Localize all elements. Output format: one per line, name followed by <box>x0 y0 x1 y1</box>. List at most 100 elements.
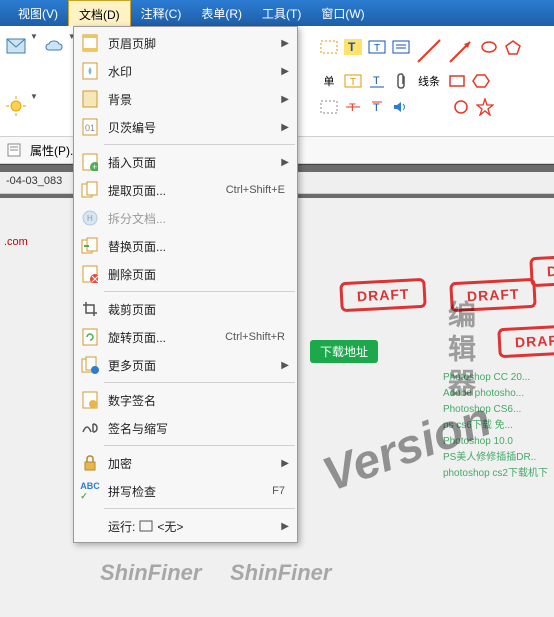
svg-text:T: T <box>348 40 356 54</box>
chevron-down-icon[interactable]: ▼ <box>30 92 38 130</box>
shortcut-text: F7 <box>272 485 285 497</box>
rotate-icon <box>78 327 102 347</box>
menu-tools[interactable]: 工具(T) <box>252 0 311 26</box>
more-pages-icon <box>78 355 102 375</box>
download-button[interactable]: 下载地址 <box>310 340 378 363</box>
star-shape[interactable] <box>474 96 496 118</box>
menu-more-pages[interactable]: 更多页面 ▶ <box>74 351 297 379</box>
rect-shape[interactable] <box>446 70 468 92</box>
properties-icon <box>6 142 22 158</box>
text-box-tool[interactable]: T <box>366 36 388 58</box>
chevron-right-icon: ▶ <box>281 521 289 532</box>
select-area-tool[interactable]: 单 <box>318 70 340 92</box>
menu-bar: 视图(V) 文档(D) 注释(C) 表单(R) 工具(T) 窗口(W) <box>0 0 554 26</box>
dashed-rect-tool[interactable] <box>318 36 340 58</box>
speaker-icon <box>393 100 409 114</box>
underline-tool[interactable]: T <box>366 70 388 92</box>
selection-tool[interactable] <box>318 96 340 118</box>
spellcheck-icon: ABC✓ <box>78 481 102 501</box>
line-style-label[interactable]: 线条 <box>418 73 440 89</box>
split-doc-icon: H <box>78 208 102 228</box>
shortcut-text: Ctrl+Shift+E <box>226 184 285 196</box>
paperclip-icon <box>394 72 408 90</box>
cloud-button[interactable] <box>40 32 68 60</box>
menu-form[interactable]: 表单(R) <box>191 0 252 26</box>
ellipse-shape[interactable] <box>478 36 500 58</box>
menu-document[interactable]: 文档(D) <box>68 0 131 26</box>
mail-button[interactable] <box>2 32 30 60</box>
watermark-brand: ShinFiner <box>100 560 201 586</box>
menu-header-footer[interactable]: 页眉页脚 ▶ <box>74 29 297 57</box>
insert-page-icon: + <box>78 152 102 172</box>
menu-run-row[interactable]: 运行: <无> ▶ <box>74 512 297 540</box>
menu-background[interactable]: 背景 ▶ <box>74 85 297 113</box>
chevron-right-icon: ▶ <box>281 94 289 105</box>
sun-button[interactable] <box>2 92 30 120</box>
sun-icon <box>6 96 26 116</box>
extract-page-icon <box>78 180 102 200</box>
note-tool[interactable] <box>390 36 412 58</box>
menu-delete-page[interactable]: 删除页面 <box>74 260 297 288</box>
svg-text:01: 01 <box>85 123 95 133</box>
circle-shape[interactable] <box>450 96 472 118</box>
background-icon <box>78 89 102 109</box>
digital-sign-icon <box>78 390 102 410</box>
menu-split-doc[interactable]: H 拆分文档... <box>74 204 297 232</box>
menu-separator <box>104 291 295 292</box>
svg-text:T: T <box>373 102 380 114</box>
content-link: .com <box>4 236 28 248</box>
svg-text:H: H <box>87 214 93 223</box>
menu-annotate[interactable]: 注释(C) <box>131 0 192 26</box>
menu-separator <box>104 382 295 383</box>
replace-page-icon <box>78 236 102 256</box>
run-value: <无> <box>157 518 183 535</box>
menu-replace-page[interactable]: 替换页面... <box>74 232 297 260</box>
menu-separator <box>104 144 295 145</box>
document-menu: 页眉页脚 ▶ 水印 ▶ 背景 ▶ 01 贝茨编号 ▶ + 插入页面 ▶ 提取页面… <box>73 26 298 543</box>
header-footer-icon <box>78 33 102 53</box>
svg-text:+: + <box>92 162 97 171</box>
svg-text:T: T <box>349 102 356 114</box>
chevron-right-icon: ▶ <box>281 458 289 469</box>
menu-spellcheck[interactable]: ABC✓ 拼写检查 F7 <box>74 477 297 505</box>
mail-icon <box>6 38 26 54</box>
menu-watermark[interactable]: 水印 ▶ <box>74 57 297 85</box>
menu-separator <box>104 508 295 509</box>
chevron-right-icon: ▶ <box>281 66 289 77</box>
menu-view[interactable]: 视图(V) <box>8 0 68 26</box>
watermark-icon <box>78 61 102 81</box>
chevron-down-icon[interactable]: ▼ <box>30 32 38 70</box>
svg-text:T: T <box>373 75 380 87</box>
draft-stamp: DRAFT <box>339 278 427 312</box>
bates-icon: 01 <box>78 117 102 137</box>
chevron-right-icon: ▶ <box>281 122 289 133</box>
sound-tool[interactable] <box>390 96 412 118</box>
menu-sign-initials[interactable]: 签名与缩写 <box>74 414 297 442</box>
chevron-right-icon: ▶ <box>281 38 289 49</box>
text-strike-tool[interactable]: T <box>342 96 364 118</box>
menu-extract-page[interactable]: 提取页面... Ctrl+Shift+E <box>74 176 297 204</box>
pentagon-shape[interactable] <box>502 36 524 58</box>
menu-digital-sign[interactable]: 数字签名 <box>74 386 297 414</box>
delete-page-icon <box>78 264 102 284</box>
text-anno-tool[interactable]: T <box>366 96 388 118</box>
cloud-icon <box>44 38 64 54</box>
attachment-tool[interactable] <box>390 70 412 92</box>
hexagon-shape[interactable] <box>470 70 492 92</box>
menu-bates[interactable]: 01 贝茨编号 ▶ <box>74 113 297 141</box>
run-box-icon <box>139 520 153 532</box>
svg-text:T: T <box>350 77 356 88</box>
crop-icon <box>78 299 102 319</box>
chevron-right-icon: ▶ <box>281 157 289 168</box>
menu-window[interactable]: 窗口(W) <box>311 0 374 26</box>
text-highlight-tool[interactable]: T <box>342 36 364 58</box>
arrow-tool[interactable] <box>446 36 476 66</box>
draft-stamp: DRAFT <box>497 324 554 358</box>
menu-rotate-page[interactable]: 旋转页面... Ctrl+Shift+R <box>74 323 297 351</box>
menu-crop-page[interactable]: 裁剪页面 <box>74 295 297 323</box>
textfield-tool[interactable]: T <box>342 70 364 92</box>
menu-encrypt[interactable]: 加密 ▶ <box>74 449 297 477</box>
sign-initials-icon <box>78 418 102 438</box>
menu-insert-page[interactable]: + 插入页面 ▶ <box>74 148 297 176</box>
line-tool[interactable] <box>414 36 444 66</box>
